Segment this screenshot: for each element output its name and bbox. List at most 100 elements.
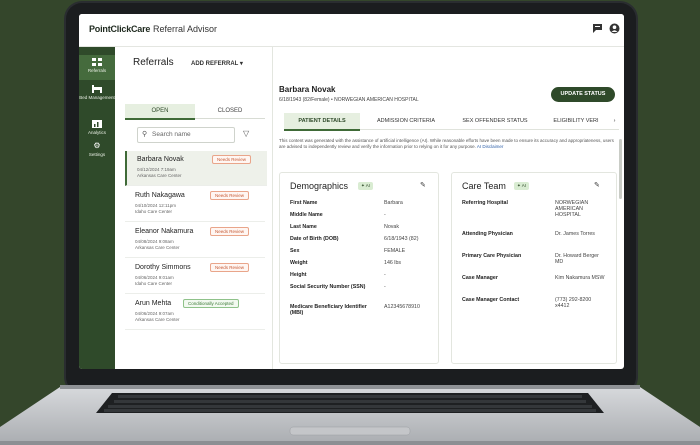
status-badge: Needs Review <box>210 227 250 236</box>
status-badge: Needs Review <box>210 263 250 272</box>
search-icon: ⚲ <box>142 131 148 138</box>
search-placeholder: Search name <box>152 131 191 138</box>
field-value: Dr. Howard Berger MD <box>555 253 599 265</box>
list-item[interactable]: Eleanor Nakamura Needs Review 04/08/2024… <box>125 223 265 258</box>
demographics-card: Demographics ✦ AI ✎ First Name Barbara M… <box>279 172 439 364</box>
list-item[interactable]: Ruth Nakagawa Needs Review 04/10/2024 12… <box>125 187 265 222</box>
tab-admission-criteria[interactable]: ADMISSION CRITERIA <box>366 113 446 129</box>
referral-name: Arun Mehta <box>135 300 172 307</box>
nav-item-referrals[interactable]: Referrals <box>79 55 115 80</box>
field-value: - <box>384 212 386 218</box>
chevron-right-icon[interactable]: › <box>610 113 619 129</box>
referral-facility: Idaho Care Center <box>135 209 173 214</box>
patient-name: Barbara Novak <box>279 85 336 94</box>
field-label: Weight <box>290 260 308 266</box>
field-value: Dr. James Torres <box>555 231 595 237</box>
tab-eligibility-verification[interactable]: ELIGIBILITY VERI <box>544 113 608 129</box>
referrals-panel: Referrals ADD REFERRAL ▾ OPEN CLOSED ⚲ S… <box>119 47 273 369</box>
status-badge: Conditionally Accepted <box>183 299 239 308</box>
tab-sex-offender-status[interactable]: SEX OFFENDER STATUS <box>452 113 538 129</box>
list-item[interactable]: Arun Mehta Conditionally Accepted 04/06/… <box>125 295 265 330</box>
scrollbar[interactable] <box>619 139 622 199</box>
chevron-down-icon: ▾ <box>239 61 243 67</box>
user-icon[interactable] <box>608 23 620 35</box>
status-badge: Needs Review <box>212 155 252 164</box>
referral-date: 04/12/2024 7:19am <box>137 167 176 172</box>
field-value: - <box>384 272 386 278</box>
referral-facility: Arkansas Care Center <box>137 173 182 178</box>
field-label: Middle Name <box>290 212 323 218</box>
update-status-button[interactable]: UPDATE STATUS <box>551 87 615 102</box>
field-value: A12345678910 <box>384 304 420 310</box>
edit-icon[interactable]: ✎ <box>594 181 600 189</box>
field-value: Novak <box>384 224 400 230</box>
bed-icon <box>92 85 102 93</box>
nav-item-settings[interactable]: ⚙ Settings <box>79 141 115 158</box>
care-team-title: Care Team <box>462 181 506 191</box>
field-label: Height <box>290 272 307 278</box>
search-input[interactable]: ⚲ Search name <box>137 127 235 143</box>
field-label: Date of Birth (DOB) <box>290 236 339 242</box>
field-value: Barbara <box>384 200 403 206</box>
tab-closed[interactable]: CLOSED <box>195 104 265 119</box>
ai-chip: ✦ AI <box>358 182 374 190</box>
referral-name: Eleanor Nakamura <box>135 228 194 235</box>
referral-name: Barbara Novak <box>137 156 184 163</box>
ai-disclaimer-link[interactable]: AI Disclaimer <box>477 144 504 149</box>
field-label: Case Manager <box>462 275 498 281</box>
tab-open[interactable]: OPEN <box>125 104 195 120</box>
referral-facility: Idaho Care Center <box>135 281 173 286</box>
field-label: Referring Hospital <box>462 200 508 206</box>
ai-chip-label: AI <box>365 183 371 188</box>
nav-label: Bed Management <box>79 95 115 100</box>
referral-facility: Arkansas Care Center <box>135 245 180 250</box>
patient-tabs: PATIENT DETAILS ADMISSION CRITERIA SEX O… <box>284 113 619 131</box>
filter-icon[interactable]: ▽ <box>243 129 249 138</box>
field-value: - <box>384 284 386 290</box>
ai-note-text: This content was generated with the assi… <box>279 138 614 149</box>
edit-icon[interactable]: ✎ <box>420 181 426 189</box>
referral-name: Ruth Nakagawa <box>135 192 185 199</box>
field-value: 6/18/1943 (82) <box>384 236 419 242</box>
field-label: Sex <box>290 248 300 254</box>
ai-chip-label: AI <box>521 183 527 188</box>
list-item[interactable]: Barbara Novak Needs Review 04/12/2024 7:… <box>125 151 267 186</box>
referral-name: Dorothy Simmons <box>135 264 191 271</box>
field-label: Attending Physician <box>462 231 513 237</box>
nav-item-bed-management[interactable]: Bed Management <box>79 85 115 100</box>
laptop-base <box>0 385 700 445</box>
referral-date: 04/08/2024 9:08am <box>135 239 174 244</box>
patient-subtitle: 6/18/1943 (82/Female) • NORWEGIAN AMERIC… <box>279 97 419 103</box>
field-label: Last Name <box>290 224 317 230</box>
field-label: Medicare Beneficiary Identifier (MBI) <box>290 304 367 316</box>
nav-label: Analytics <box>87 130 106 135</box>
top-bar: PointClickCare Referral Advisor <box>79 14 624 47</box>
nav-item-analytics[interactable]: Analytics <box>79 120 115 135</box>
referral-facility: Arkansas Care Center <box>135 317 180 322</box>
message-icon[interactable] <box>591 23 603 35</box>
tab-patient-details[interactable]: PATIENT DETAILS <box>284 113 360 131</box>
referral-date: 04/10/2024 12:11pm <box>135 203 176 208</box>
demographics-title: Demographics <box>290 181 349 191</box>
referral-tabs: OPEN CLOSED <box>125 104 265 120</box>
referral-date: 04/06/2024 9:01am <box>135 275 174 280</box>
status-badge: Needs Review <box>210 191 250 200</box>
field-value: NORWEGIAN AMERICAN HOSPITAL <box>555 200 589 218</box>
app-screen: PointClickCare Referral Advisor Referral… <box>79 14 624 369</box>
referral-date: 04/06/2024 9:07am <box>135 311 174 316</box>
field-value: FEMALE <box>384 248 406 254</box>
grid-icon <box>92 58 102 66</box>
care-team-card: Care Team ✦ AI ✎ Referring Hospital NORW… <box>451 172 617 364</box>
left-nav: Referrals Bed Management Analytics ⚙ Set… <box>79 47 115 369</box>
field-value: (773) 292-8200 x4412 <box>555 297 592 309</box>
ai-chip: ✦ AI <box>514 182 530 190</box>
list-item[interactable]: Dorothy Simmons Needs Review 04/06/2024 … <box>125 259 265 294</box>
add-referral-button[interactable]: ADD REFERRAL ▾ <box>191 60 243 67</box>
brand-logo: PointClickCare <box>89 24 151 34</box>
app-title: Referral Advisor <box>153 24 218 34</box>
gear-icon: ⚙ <box>93 141 101 150</box>
field-label: Social Security Number (SSN) <box>290 284 366 290</box>
nav-label: Referrals <box>87 68 107 73</box>
field-label: Primary Care Physician <box>462 253 522 259</box>
field-label: Case Manager Contact <box>462 297 520 303</box>
